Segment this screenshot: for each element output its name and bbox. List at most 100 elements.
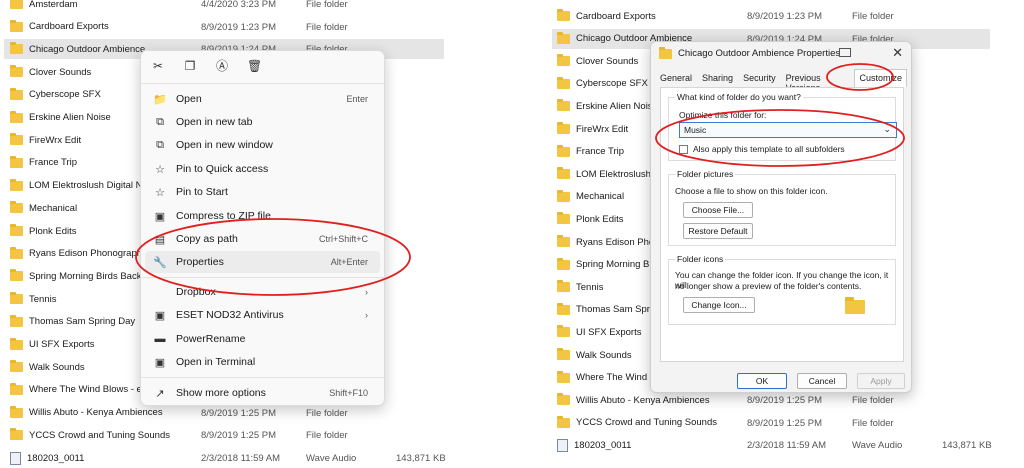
- cut-icon[interactable]: ✂: [151, 59, 165, 73]
- folder-icon: [10, 337, 23, 350]
- file-type: Wave Audio: [852, 440, 903, 452]
- zip-icon: ▣: [154, 210, 166, 223]
- menu-item-shortcut: ›: [365, 287, 368, 297]
- folder-icon: [10, 224, 23, 236]
- file-row[interactable]: Tennis: [557, 277, 603, 297]
- rename-icon[interactable]: Ⓐ: [215, 59, 229, 73]
- file-name: France Trip: [576, 146, 625, 158]
- file-row[interactable]: Spring Morning Birds Backyard: [10, 266, 160, 286]
- file-name: Chicago Outdoor Ambience: [29, 43, 146, 55]
- tab-previous-versions[interactable]: Previous Versions: [781, 69, 855, 93]
- file-row[interactable]: Spring Morning Birds: [557, 255, 665, 275]
- choose-file-button[interactable]: Choose File...: [683, 202, 753, 218]
- folder-icon: [10, 65, 23, 78]
- cancel-button[interactable]: Cancel: [797, 373, 847, 389]
- file-row[interactable]: Cardboard Exports: [10, 17, 109, 37]
- file-row[interactable]: Willis Abuto - Kenya Ambiences: [10, 403, 163, 423]
- file-row[interactable]: UI SFX Exports: [557, 322, 641, 342]
- file-row[interactable]: Chicago Outdoor Ambience: [10, 39, 145, 59]
- file-row[interactable]: YCCS Crowd and Tuning Sounds: [10, 425, 170, 445]
- new-tab-icon: ⧉: [156, 115, 164, 128]
- menu-item-pin-quick-access[interactable]: ☆ Pin to Quick access: [145, 158, 380, 180]
- tab-general[interactable]: General: [655, 69, 697, 87]
- menu-item-dropbox[interactable]: Dropbox ›: [145, 281, 380, 303]
- menu-item-open[interactable]: 📁 Open Enter: [145, 88, 380, 110]
- change-icon-button[interactable]: Change Icon...: [683, 297, 755, 313]
- file-name: Cyberscope SFX: [576, 78, 648, 90]
- file-row[interactable]: Amsterdam: [10, 0, 78, 14]
- file-row[interactable]: Cyberscope SFX: [557, 74, 648, 94]
- file-row[interactable]: Clover Sounds: [557, 51, 638, 71]
- file-row[interactable]: France Trip: [10, 153, 77, 173]
- apply-subfolders-checkbox[interactable]: [679, 145, 688, 154]
- apply-button[interactable]: Apply: [857, 373, 905, 389]
- file-row[interactable]: Cardboard Exports: [557, 6, 656, 26]
- tab-sharing[interactable]: Sharing: [697, 69, 738, 87]
- delete-icon[interactable]: 🗑: [247, 59, 262, 73]
- file-row[interactable]: FireWrx Edit: [557, 119, 628, 139]
- more-options-icon: ↗: [155, 387, 165, 400]
- file-name: Cardboard Exports: [29, 21, 109, 33]
- file-row[interactable]: Ryans Edison Phonograph: [10, 244, 142, 264]
- ok-button[interactable]: OK: [737, 373, 787, 389]
- file-row[interactable]: FireWrx Edit: [10, 130, 81, 150]
- menu-item-open-new-tab[interactable]: ⧉ Open in new tab: [145, 111, 380, 133]
- file-name: Clover Sounds: [576, 55, 639, 67]
- menu-item-copy-as-path[interactable]: ▤ Copy as path Ctrl+Shift+C: [145, 228, 380, 250]
- copy-path-icon: ▤: [154, 233, 166, 246]
- menu-item-compress-zip[interactable]: ▣ Compress to ZIP file: [145, 205, 380, 227]
- folder-icon: [10, 292, 23, 305]
- restore-default-button[interactable]: Restore Default: [683, 223, 753, 239]
- file-row[interactable]: Erskine Alien Noise: [10, 108, 111, 128]
- file-row[interactable]: Willis Abuto - Kenya Ambiences: [557, 390, 710, 410]
- file-row[interactable]: UI SFX Exports: [10, 335, 94, 355]
- menu-item-power-rename[interactable]: ▬ PowerRename: [145, 328, 380, 350]
- file-row[interactable]: Ryans Edison Phono: [557, 232, 665, 252]
- file-row[interactable]: Thomas Sam Spring Day: [10, 312, 135, 332]
- file-row[interactable]: Tennis: [10, 289, 56, 309]
- menu-item-open-terminal[interactable]: ▣ Open in Terminal: [145, 351, 380, 373]
- tab-security[interactable]: Security: [738, 69, 781, 87]
- file-row[interactable]: Where The Wind Blo: [557, 368, 663, 388]
- file-row[interactable]: Where The Wind Blows - extra: [10, 380, 158, 400]
- file-row[interactable]: Walk Sounds: [10, 357, 85, 377]
- file-name: 180203_0011: [27, 452, 85, 464]
- folder-icon: [10, 246, 23, 259]
- file-name: Clover Sounds: [29, 66, 92, 78]
- file-row[interactable]: YCCS Crowd and Tuning Sounds: [557, 413, 717, 433]
- close-button[interactable]: ✕: [892, 45, 903, 61]
- file-row[interactable]: Mechanical: [10, 198, 77, 218]
- file-row[interactable]: 180203_0011: [557, 435, 631, 455]
- menu-item-pin-start[interactable]: ☆ Pin to Start: [145, 181, 380, 203]
- file-row[interactable]: Mechanical: [557, 187, 624, 207]
- menu-item-show-more-options[interactable]: ↗ Show more options Shift+F10: [145, 382, 380, 404]
- file-row[interactable]: LOM Elektroslush Digital Noise: [10, 176, 160, 196]
- file-row[interactable]: France Trip: [557, 142, 624, 162]
- menu-item-shortcut: Ctrl+Shift+C: [318, 234, 368, 244]
- menu-item-label: Properties: [176, 256, 224, 268]
- file-row[interactable]: LOM Elektroslush Di: [557, 164, 663, 184]
- file-row[interactable]: Plonk Edits: [10, 221, 77, 241]
- menu-item-eset-antivirus[interactable]: ▣ ESET NOD32 Antivirus ›: [145, 304, 380, 326]
- menu-item-open-new-window[interactable]: ⧉ Open in new window: [145, 134, 380, 156]
- file-row[interactable]: Clover Sounds: [10, 62, 91, 82]
- properties-dialog: Chicago Outdoor Ambience Properties ✕ Ge…: [650, 41, 912, 393]
- file-row[interactable]: Cyberscope SFX: [10, 85, 101, 105]
- folder-icon: [557, 212, 570, 225]
- menu-item-properties[interactable]: 🔧 Properties Alt+Enter: [145, 251, 380, 273]
- tab-customize[interactable]: Customize: [854, 69, 907, 87]
- file-name: Cyberscope SFX: [29, 89, 101, 101]
- folder-icon: [557, 122, 570, 134]
- folder-icon: [557, 76, 570, 89]
- folder-icon: [557, 54, 570, 67]
- file-row[interactable]: Walk Sounds: [557, 345, 632, 365]
- file-row[interactable]: Erskine Alien Noise: [557, 96, 658, 116]
- file-row[interactable]: Thomas Sam Spring: [557, 300, 663, 320]
- file-row[interactable]: 180203_0011: [10, 448, 84, 468]
- window-icon: [839, 48, 851, 57]
- copy-icon[interactable]: ❐: [183, 59, 197, 73]
- folder-icons-desc-2: no longer show a preview of the folder's…: [675, 281, 862, 291]
- optimize-select[interactable]: Music ⌄: [679, 122, 897, 138]
- file-name: Plonk Edits: [576, 213, 624, 225]
- file-row[interactable]: Plonk Edits: [557, 209, 624, 229]
